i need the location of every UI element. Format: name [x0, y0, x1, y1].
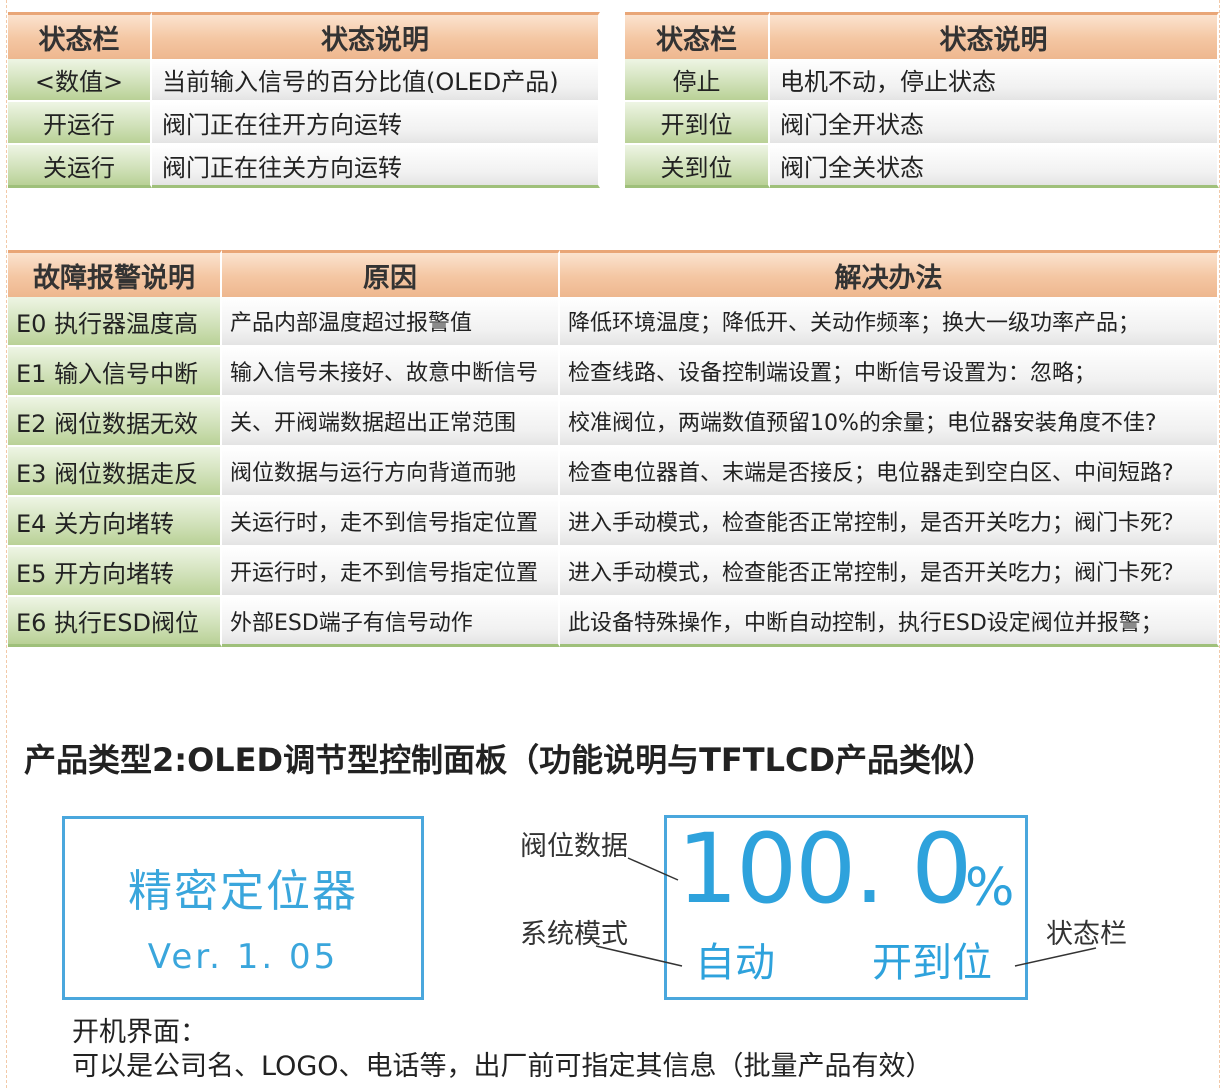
callout-line-valve-data	[627, 857, 679, 881]
caption-line-2: 可以是公司名、LOGO、电话等，出厂前可指定其信息（批量产品有效）	[72, 1051, 933, 1082]
caption-line-1: 开机界面：	[72, 1017, 207, 1048]
callout-valve-data: 阀位数据	[520, 831, 628, 862]
boot-screen-caption: 开机界面： 可以是公司名、LOGO、电话等，出厂前可指定其信息（批量产品有效）	[72, 1016, 933, 1084]
callout-status-bar: 状态栏	[1046, 919, 1127, 950]
callout-system-mode: 系统模式	[520, 919, 628, 950]
